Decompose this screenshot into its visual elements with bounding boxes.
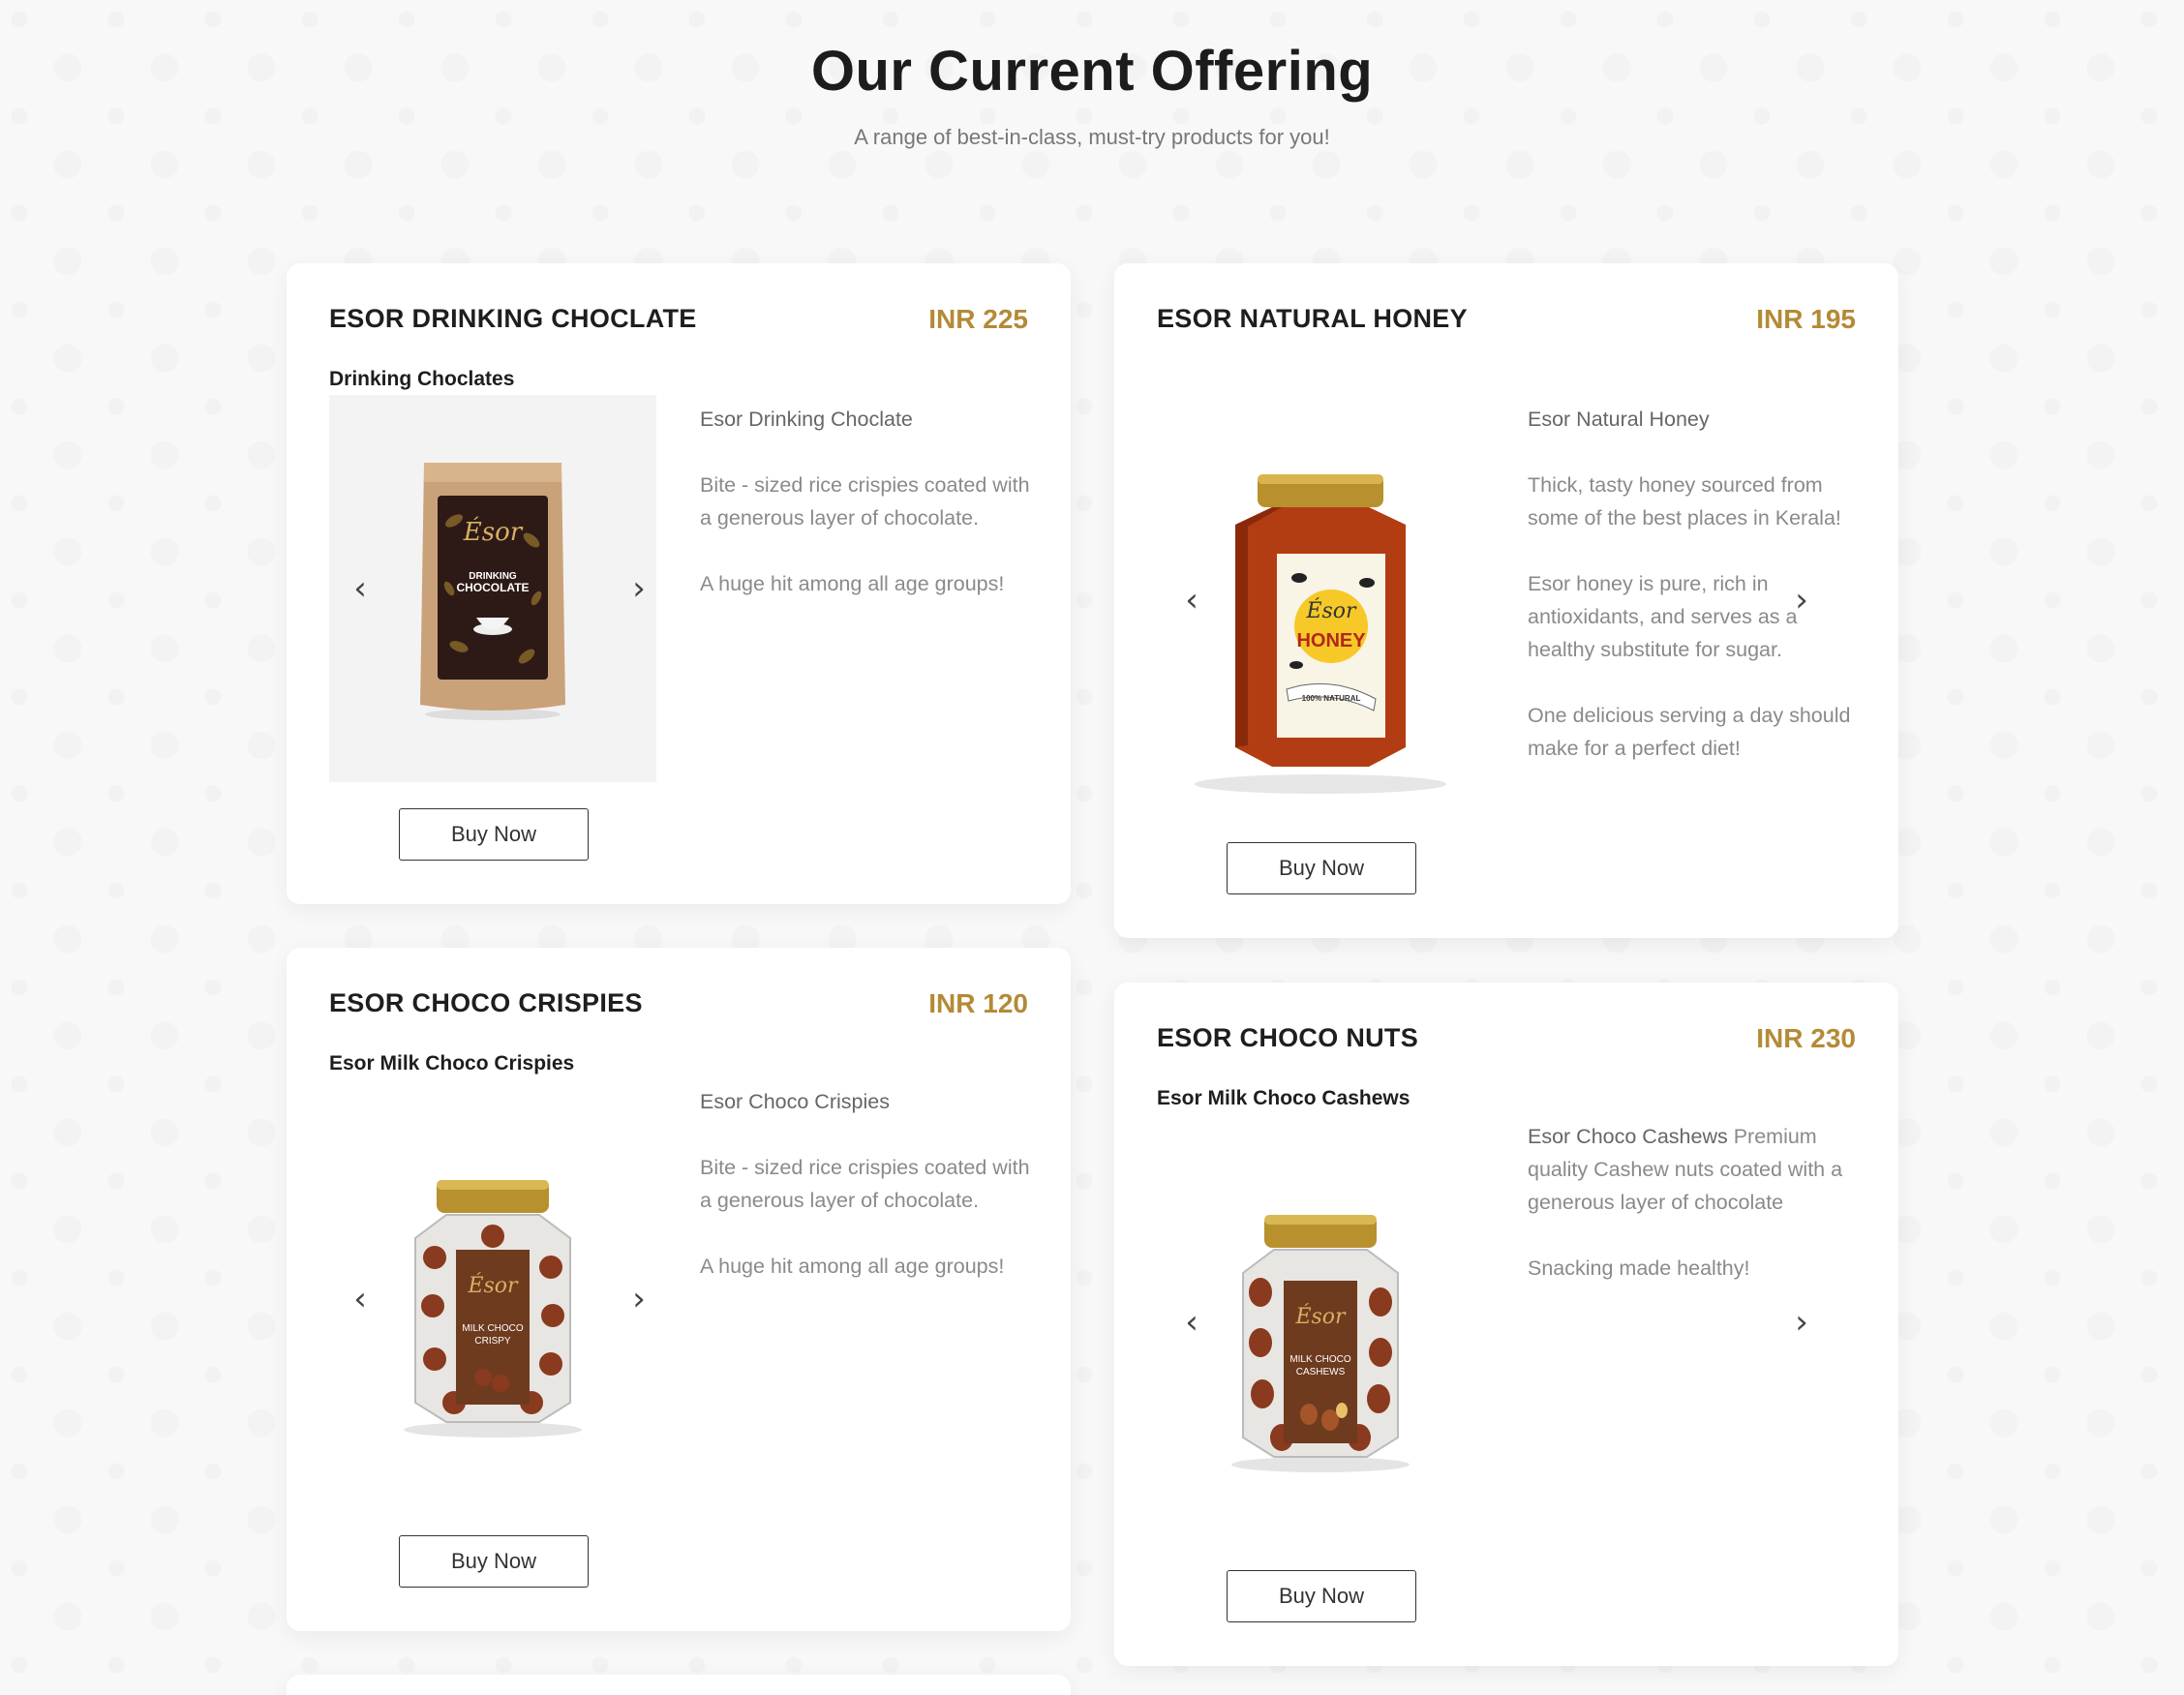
buy-now-button[interactable]: Buy Now (399, 1535, 589, 1588)
description-lead: Esor Choco Crispies (700, 1090, 890, 1113)
product-description: Esor Choco Crispies Bite - sized rice cr… (700, 1085, 1034, 1316)
product-card-choco-nuts: ESOR CHOCO NUTS INR 230 Esor Milk Choco … (1114, 983, 1898, 1666)
product-category: Esor Milk Choco Cashews (1157, 1087, 1410, 1109)
product-title: ESOR CHOCO NUTS (1157, 1023, 1419, 1052)
carousel-prev-button[interactable]: ‹ (1174, 581, 1209, 620)
description-paragraph: One delicious serving a day should make … (1528, 704, 1851, 760)
carousel-prev-button[interactable]: ‹ (1174, 1303, 1209, 1342)
chevron-left-icon: ‹ (353, 569, 367, 608)
honey-jar-image: Ésor HONEY 100% NATURAL (1195, 474, 1446, 794)
jar-brand: Ésor (1294, 1303, 1347, 1329)
product-price: INR 225 (928, 304, 1028, 334)
product-image-carousel: Ésor HONEY 100% NATURAL (1157, 428, 1484, 815)
product-price: INR 195 (1756, 304, 1856, 334)
description-paragraph: A huge hit among all age groups! (700, 1255, 1005, 1278)
jar-label: MILK CHOCO (462, 1323, 524, 1334)
jar-label: MILK CHOCO (1289, 1354, 1351, 1365)
chevron-left-icon: ‹ (353, 1280, 367, 1318)
chevron-right-icon: › (632, 1280, 646, 1318)
carousel-next-button[interactable]: › (622, 569, 656, 608)
carousel-prev-button[interactable]: ‹ (343, 1280, 378, 1318)
description-paragraph: Thick, tasty honey sourced from some of … (1528, 473, 1841, 530)
drinking-chocolate-pouch-image: Ésor DRINKING CHOCOLATE (420, 463, 565, 720)
description-paragraph: A huge hit among all age groups! (700, 572, 1005, 595)
product-category: Drinking Choclates (329, 368, 515, 390)
product-card-drinking-chocolate: ESOR DRINKING CHOCLATE INR 225 Drinking … (287, 263, 1071, 904)
product-price: INR 120 (928, 988, 1028, 1018)
svg-text:CASHEWS: CASHEWS (1296, 1367, 1346, 1377)
description-lead: Esor Natural Honey (1528, 408, 1710, 431)
product-card-partial (287, 1675, 1071, 1695)
product-image-carousel: Ésor DRINKING CHOCOLATE (329, 395, 656, 782)
honey-label: HONEY (1296, 630, 1366, 651)
section-subtitle: A range of best-in-class, must-try produ… (854, 125, 1330, 149)
carousel-next-button[interactable]: › (622, 1280, 656, 1318)
svg-text:CRISPY: CRISPY (474, 1336, 511, 1347)
description-paragraph: Bite - sized rice crispies coated with a… (700, 473, 1030, 530)
description-paragraph: Esor honey is pure, rich in antioxidants… (1528, 572, 1798, 661)
product-image-carousel: Ésor MILK CHOCO CRISPY (329, 1107, 656, 1495)
carousel-prev-button[interactable]: ‹ (343, 569, 378, 608)
chevron-left-icon: ‹ (1185, 581, 1198, 620)
description-lead: Esor Choco Cashews (1528, 1125, 1728, 1148)
section-heading: Our Current Offering A range of best-in-… (0, 39, 2184, 150)
product-card-natural-honey: ESOR NATURAL HONEY INR 195 Ésor HONEY 10… (1114, 263, 1898, 938)
jar-brand: Ésor (467, 1272, 519, 1298)
honey-brand: Ésor (1305, 597, 1357, 623)
honey-tag: 100% NATURAL (1302, 694, 1361, 703)
svg-text:CHOCOLATE: CHOCOLATE (456, 581, 529, 594)
buy-now-button[interactable]: Buy Now (399, 808, 589, 861)
buy-now-button[interactable]: Buy Now (1227, 1570, 1416, 1622)
chevron-right-icon: › (632, 569, 646, 608)
choco-crispies-jar-image: Ésor MILK CHOCO CRISPY (404, 1180, 582, 1438)
chevron-left-icon: ‹ (1185, 1303, 1198, 1342)
product-title: ESOR NATURAL HONEY (1157, 304, 1468, 333)
description-lead-paragraph: Esor Choco Cashews Premium quality Cashe… (1528, 1120, 1862, 1219)
product-title: ESOR CHOCO CRISPIES (329, 988, 643, 1017)
choco-cashews-jar-image: Ésor MILK CHOCO CASHEWS (1231, 1215, 1410, 1472)
description-lead: Esor Drinking Choclate (700, 408, 913, 431)
product-title: ESOR DRINKING CHOCLATE (329, 304, 697, 333)
product-card-choco-crispies: ESOR CHOCO CRISPIES INR 120 Esor Milk Ch… (287, 948, 1071, 1631)
section-title: Our Current Offering (810, 40, 1374, 103)
pouch-brand: Ésor (463, 516, 524, 547)
buy-now-button[interactable]: Buy Now (1227, 842, 1416, 894)
description-paragraph: Bite - sized rice crispies coated with a… (700, 1156, 1030, 1212)
product-description: Esor Choco Cashews Premium quality Cashe… (1528, 1120, 1862, 1317)
product-price: INR 230 (1756, 1023, 1856, 1053)
product-description: Esor Natural Honey Thick, tasty honey so… (1528, 403, 1862, 798)
product-category: Esor Milk Choco Crispies (329, 1052, 575, 1075)
product-description: Esor Drinking Choclate Bite - sized rice… (700, 403, 1034, 633)
description-paragraph: Snacking made healthy! (1528, 1256, 1750, 1280)
